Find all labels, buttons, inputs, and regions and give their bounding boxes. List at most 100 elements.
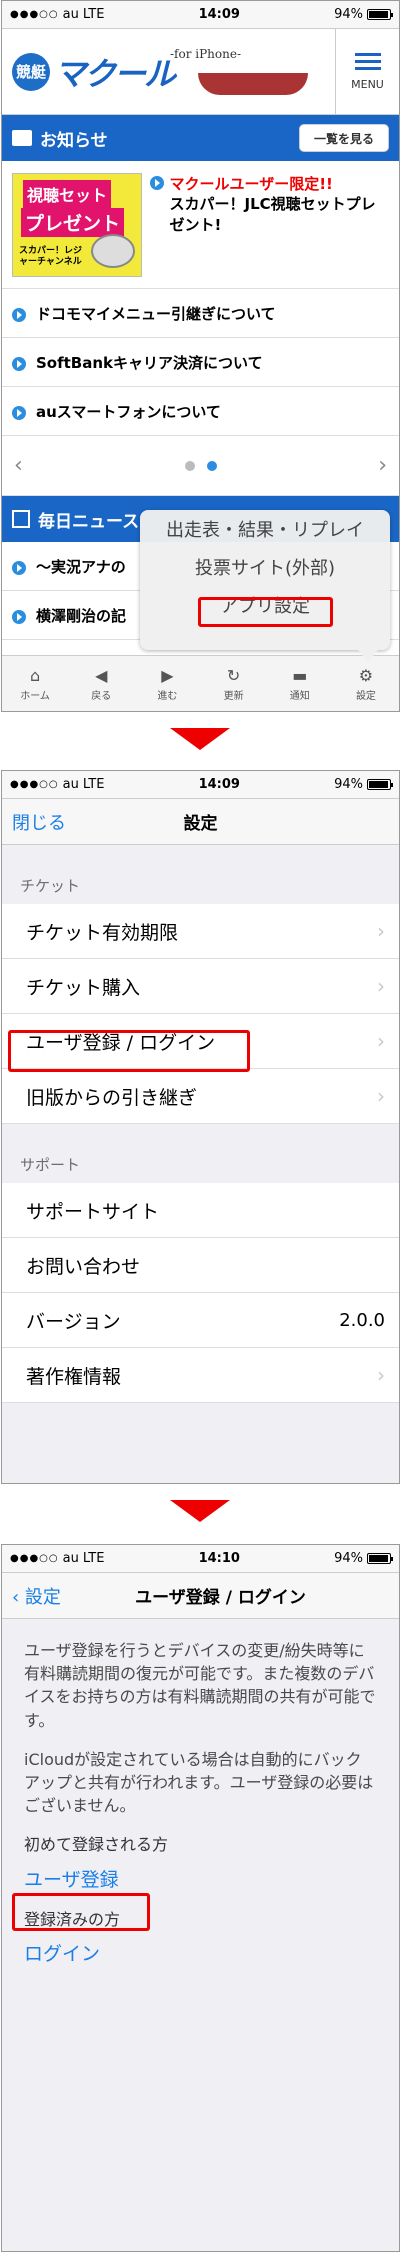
chevron-right-icon[interactable]: › bbox=[378, 453, 387, 478]
toolbar-label: ホーム bbox=[20, 690, 50, 702]
signal-icon: ●●●○○ bbox=[10, 9, 59, 20]
support-group: サポート サポートサイト お問い合わせ バージョン 2.0.0 著作権情報 › bbox=[2, 1124, 399, 1403]
battery-percent: 94% bbox=[334, 777, 363, 792]
toolbar-label: 進む bbox=[157, 690, 178, 702]
gear-icon: ⚙ bbox=[358, 665, 374, 685]
status-bar: ●●●○○ au LTE 14:10 94% bbox=[2, 1545, 399, 1573]
highlight-register bbox=[12, 1893, 150, 1931]
nav-bar: ‹ 設定 ユーザ登録 / ログイン bbox=[2, 1573, 399, 1619]
ticket-expiry-row[interactable]: チケット有効期限 › bbox=[2, 904, 399, 959]
registration-content: ユーザ登録を行うとデバイスの変更/紛失時等に有料購読期間の復元が可能です。また複… bbox=[2, 1619, 399, 2003]
battery-icon bbox=[366, 779, 393, 790]
contact-row[interactable]: お問い合わせ bbox=[2, 1238, 399, 1293]
cell-label: お問い合わせ bbox=[26, 1255, 141, 1278]
signal-icon: ●●●○○ bbox=[10, 1553, 59, 1564]
view-list-button[interactable]: 一覧を見る bbox=[299, 124, 389, 152]
menu-button[interactable]: MENU bbox=[335, 29, 399, 115]
cell-label: サポートサイト bbox=[26, 1200, 160, 1223]
copyright-row[interactable]: 著作権情報 › bbox=[2, 1348, 399, 1403]
bullet-icon bbox=[12, 307, 26, 322]
version-value: 2.0.0 bbox=[339, 1309, 385, 1331]
bullet-icon bbox=[12, 609, 26, 624]
news-item[interactable]: ドコモマイメニュー引継ぎについて bbox=[2, 289, 399, 338]
app-header: 競艇 マクール -for iPhone- MENU bbox=[2, 29, 399, 115]
daily-news-label: 〜実況アナの bbox=[36, 557, 126, 576]
chevron-right-icon: › bbox=[377, 1084, 385, 1108]
toolbar-back[interactable]: ◀ 戻る bbox=[68, 656, 134, 711]
version-row: バージョン 2.0.0 bbox=[2, 1293, 399, 1348]
first-time-label: 初めて登録される方 bbox=[24, 1835, 169, 1855]
ticket-section-header: チケット bbox=[2, 875, 399, 904]
daily-news-label: 横澤剛治の記 bbox=[36, 606, 127, 625]
back-button[interactable]: ‹ 設定 bbox=[12, 1583, 61, 1609]
battery-icon bbox=[366, 9, 393, 20]
news-item[interactable]: SoftBankキャリア決済について bbox=[2, 338, 399, 387]
chevron-right-icon: › bbox=[377, 919, 385, 943]
login-link[interactable]: ログイン bbox=[24, 1941, 377, 1969]
close-button[interactable]: 閉じる bbox=[12, 809, 66, 835]
highlight-user-login bbox=[8, 1030, 250, 1072]
chevron-right-icon: › bbox=[377, 1363, 385, 1387]
notify-icon: ▬ bbox=[292, 665, 308, 685]
ticket-purchase-row[interactable]: チケット購入 › bbox=[2, 959, 399, 1014]
notice-header: お知らせ 一覧を見る bbox=[2, 115, 399, 161]
promo-card[interactable]: 視聴セット プレゼント スカパー！レジャーチャンネル マクールユーザー限定!! … bbox=[2, 161, 399, 289]
page-dot[interactable] bbox=[184, 460, 195, 471]
chevron-left-icon[interactable]: ‹ bbox=[14, 453, 23, 478]
toolbar-settings[interactable]: ⚙ 設定 bbox=[333, 656, 399, 711]
migration-row[interactable]: 旧版からの引き継ぎ › bbox=[2, 1069, 399, 1124]
hamburger-icon bbox=[354, 53, 381, 56]
home-icon: ⌂ bbox=[30, 665, 41, 685]
popup-item-voting-site[interactable]: 投票サイト(外部) bbox=[140, 548, 390, 586]
page-dot-active[interactable] bbox=[206, 460, 217, 471]
battery-percent: 94% bbox=[334, 7, 363, 22]
chevron-right-icon: › bbox=[377, 974, 385, 998]
toolbar-refresh[interactable]: ↻ 更新 bbox=[201, 656, 267, 711]
back-icon: ◀ bbox=[95, 665, 108, 685]
news-icon bbox=[12, 510, 30, 528]
antenna-icon bbox=[90, 234, 135, 268]
promo-banner[interactable]: 視聴セット プレゼント スカパー！レジャーチャンネル bbox=[12, 173, 142, 277]
status-bar: ●●●○○ au LTE 14:09 94% bbox=[2, 1, 399, 29]
toolbar-forward[interactable]: ▶ 進む bbox=[134, 656, 200, 711]
page-title: ユーザ登録 / ログイン bbox=[135, 1588, 306, 1608]
highlight-app-settings bbox=[198, 597, 333, 627]
toolbar-notify[interactable]: ▬ 通知 bbox=[267, 656, 333, 711]
promo-text: スカパー！JLC視聴セットプレゼント! bbox=[169, 195, 376, 234]
status-bar: ●●●○○ au LTE 14:09 94% bbox=[2, 771, 399, 799]
clock: 14:09 bbox=[198, 7, 240, 22]
bottom-toolbar: ⌂ ホーム ◀ 戻る ▶ 進む ↻ 更新 ▬ 通知 ⚙ 設定 bbox=[2, 655, 399, 711]
step-arrow-icon bbox=[170, 728, 230, 750]
popup-item-race-info[interactable]: 出走表・結果・リプレイ bbox=[140, 510, 390, 548]
carrier: au bbox=[62, 7, 79, 22]
news-item-label: ドコモマイメニュー引継ぎについて bbox=[36, 304, 276, 323]
news-item[interactable]: auスマートフォンについて bbox=[2, 387, 399, 436]
chevron-right-icon: › bbox=[377, 1029, 385, 1053]
battery-icon bbox=[366, 1553, 393, 1564]
bullet-icon bbox=[149, 176, 164, 190]
network: LTE bbox=[82, 1551, 105, 1566]
news-pager: ‹ › bbox=[2, 436, 399, 496]
bullet-icon bbox=[12, 560, 26, 575]
logo-subtitle: -for iPhone- bbox=[170, 47, 242, 61]
icloud-paragraph: iCloudが設定されている場合は自動的にバックアップと共有が行われます。ユーザ… bbox=[24, 1749, 374, 1816]
speech-bubble-icon bbox=[12, 130, 32, 146]
cell-label: チケット有効期限 bbox=[26, 921, 179, 944]
support-site-row[interactable]: サポートサイト bbox=[2, 1183, 399, 1238]
register-link[interactable]: ユーザ登録 bbox=[24, 1867, 377, 1895]
step-arrow-icon bbox=[170, 1500, 230, 1522]
screen-settings: ●●●○○ au LTE 14:09 94% 閉じる 設定 チケット チケット有効期… bbox=[1, 770, 400, 1484]
promo-banner-line3: スカパー！レジャーチャンネル bbox=[19, 246, 83, 267]
ticket-group: チケット チケット有効期限 › チケット購入 › ユーザ登録 / ログイン › 旧版か… bbox=[2, 845, 399, 1124]
info-paragraph: ユーザ登録を行うとデバイスの変更/紛失時等に有料購読期間の復元が可能です。また複… bbox=[24, 1641, 376, 1730]
cell-label: 旧版からの引き継ぎ bbox=[26, 1086, 198, 1109]
support-section-header: サポート bbox=[2, 1154, 399, 1183]
toolbar-home[interactable]: ⌂ ホーム bbox=[2, 656, 68, 711]
cell-label: チケット購入 bbox=[26, 976, 141, 999]
settings-popup-menu: 出走表・結果・リプレイ 投票サイト(外部) アプリ設定 bbox=[140, 510, 390, 662]
cell-label: 著作権情報 bbox=[26, 1365, 122, 1388]
app-logo[interactable]: マクール bbox=[54, 49, 176, 95]
daily-news-title: 毎日ニュース bbox=[38, 511, 140, 532]
promo-banner-line2: プレゼント bbox=[21, 208, 125, 237]
logo-badge: 競艇 bbox=[12, 52, 50, 91]
